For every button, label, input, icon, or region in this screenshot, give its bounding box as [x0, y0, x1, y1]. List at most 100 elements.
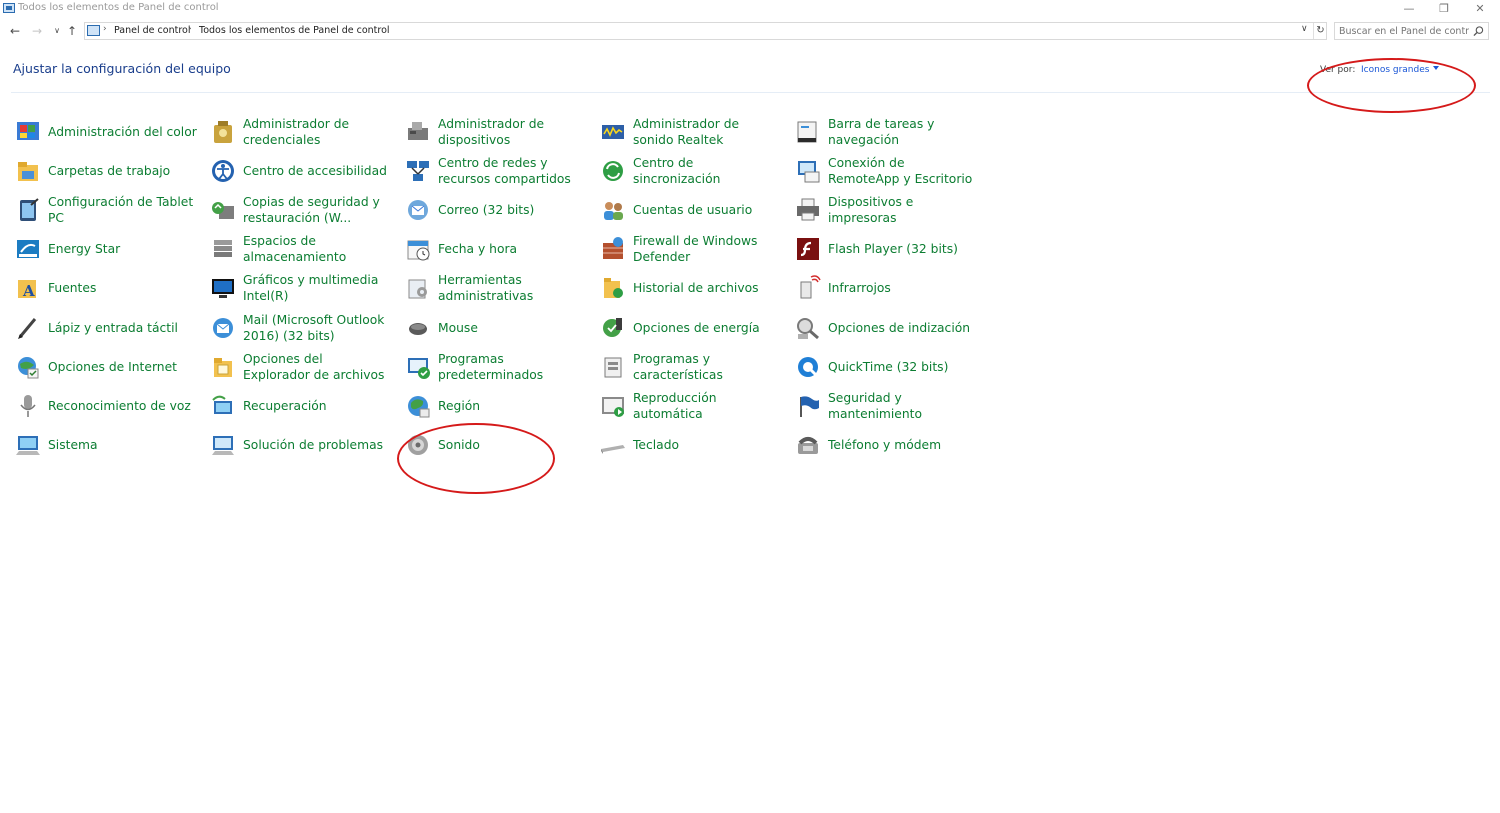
- view-by-dropdown[interactable]: Iconos grandes: [1361, 65, 1439, 75]
- cp-item-troubleshooting[interactable]: Solución de problemas: [207, 426, 397, 464]
- cp-item-programs-features[interactable]: Programas y características: [597, 348, 787, 386]
- search-box[interactable]: [1334, 22, 1489, 40]
- cp-item-mail[interactable]: Mail (Microsoft Outlook 2016) (32 bits): [207, 309, 397, 347]
- cp-item-file-history[interactable]: Historial de archivos: [597, 269, 787, 307]
- cp-item-label[interactable]: Teléfono y módem: [828, 426, 978, 464]
- cp-item-label[interactable]: Opciones de Internet: [48, 348, 198, 386]
- cp-item-label[interactable]: Conexión de RemoteApp y Escritorio: [828, 152, 978, 190]
- search-input[interactable]: [1339, 24, 1469, 38]
- cp-item-mouse[interactable]: Mouse: [402, 309, 592, 347]
- cp-item-label[interactable]: Administrador de sonido Realtek: [633, 113, 783, 151]
- cp-item-network-center[interactable]: Centro de redes y recursos compartidos: [402, 152, 592, 190]
- cp-item-label[interactable]: Sonido: [438, 426, 588, 464]
- cp-item-quicktime[interactable]: QuickTime (32 bits): [792, 348, 982, 386]
- cp-item-label[interactable]: Gráficos y multimedia Intel(R): [243, 269, 393, 307]
- cp-item-label[interactable]: Lápiz y entrada táctil: [48, 309, 198, 347]
- cp-item-label[interactable]: Solución de problemas: [243, 426, 393, 464]
- cp-item-label[interactable]: QuickTime (32 bits): [828, 348, 978, 386]
- cp-item-phone-modem[interactable]: Teléfono y módem: [792, 426, 982, 464]
- cp-item-label[interactable]: Historial de archivos: [633, 269, 783, 307]
- cp-item-energy-star[interactable]: Energy Star: [12, 230, 202, 268]
- cp-item-label[interactable]: Dispositivos e impresoras: [828, 191, 978, 229]
- breadcrumb-all-items[interactable]: Todos los elementos de Panel de control: [199, 25, 390, 36]
- cp-item-label[interactable]: Centro de sincronización: [633, 152, 783, 190]
- cp-item-sync-center[interactable]: Centro de sincronización: [597, 152, 787, 190]
- cp-item-label[interactable]: Infrarrojos: [828, 269, 978, 307]
- cp-item-work-folders[interactable]: Carpetas de trabajo: [12, 152, 202, 190]
- cp-item-label[interactable]: Administración del color: [48, 113, 198, 151]
- cp-item-device-manager[interactable]: Administrador de dispositivos: [402, 113, 592, 151]
- cp-item-keyboard[interactable]: Teclado: [597, 426, 787, 464]
- cp-item-label[interactable]: Recuperación: [243, 387, 393, 425]
- cp-item-label[interactable]: Mouse: [438, 309, 588, 347]
- cp-item-label[interactable]: Herramientas administrativas: [438, 269, 588, 307]
- cp-item-credential-manager[interactable]: Administrador de credenciales: [207, 113, 397, 151]
- cp-item-label[interactable]: Reproducción automática: [633, 387, 783, 425]
- cp-item-label[interactable]: Teclado: [633, 426, 783, 464]
- cp-item-autoplay[interactable]: Reproducción automática: [597, 387, 787, 425]
- cp-item-label[interactable]: Seguridad y mantenimiento: [828, 387, 978, 425]
- cp-item-color-management[interactable]: Administración del color: [12, 113, 202, 151]
- cp-item-label[interactable]: Administrador de dispositivos: [438, 113, 588, 151]
- cp-item-accessibility[interactable]: Centro de accesibilidad: [207, 152, 397, 190]
- restore-button[interactable]: ❐: [1427, 0, 1461, 18]
- cp-item-taskbar[interactable]: Barra de tareas y navegación: [792, 113, 982, 151]
- cp-item-label[interactable]: Flash Player (32 bits): [828, 230, 978, 268]
- cp-item-label[interactable]: Opciones de energía: [633, 309, 783, 347]
- breadcrumb-panel-de-control[interactable]: Panel de control: [114, 25, 190, 36]
- cp-item-label[interactable]: Correo (32 bits): [438, 191, 588, 229]
- cp-item-internet-options[interactable]: Opciones de Internet: [12, 348, 202, 386]
- cp-item-label[interactable]: Carpetas de trabajo: [48, 152, 198, 190]
- cp-item-label[interactable]: Opciones del Explorador de archivos: [243, 348, 393, 386]
- address-box[interactable]: › Panel de control › Todos los elementos…: [84, 22, 1327, 40]
- cp-item-label[interactable]: Firewall de Windows Defender: [633, 230, 783, 268]
- minimize-button[interactable]: —: [1392, 0, 1426, 18]
- cp-item-label[interactable]: Opciones de indización: [828, 309, 978, 347]
- cp-item-label[interactable]: Reconocimiento de voz: [48, 387, 198, 425]
- close-button[interactable]: ✕: [1463, 0, 1497, 18]
- cp-item-label[interactable]: Región: [438, 387, 588, 425]
- cp-item-pen-touch[interactable]: Lápiz y entrada táctil: [12, 309, 202, 347]
- cp-item-folder-options[interactable]: Opciones del Explorador de archivos: [207, 348, 397, 386]
- cp-item-microphone[interactable]: Reconocimiento de voz: [12, 387, 202, 425]
- cp-item-backup-restore[interactable]: Copias de seguridad y restauración (W...: [207, 191, 397, 229]
- cp-item-remoteapp[interactable]: Conexión de RemoteApp y Escritorio: [792, 152, 982, 190]
- cp-item-realtek-audio[interactable]: Administrador de sonido Realtek: [597, 113, 787, 151]
- cp-item-label[interactable]: Cuentas de usuario: [633, 191, 783, 229]
- up-button[interactable]: ↑: [63, 22, 81, 40]
- cp-item-label[interactable]: Barra de tareas y navegación: [828, 113, 978, 151]
- cp-item-fonts[interactable]: A Fuentes: [12, 269, 202, 307]
- cp-item-power-options[interactable]: Opciones de energía: [597, 309, 787, 347]
- chevron-down-icon[interactable]: ∨: [1301, 24, 1308, 34]
- forward-button[interactable]: →: [28, 22, 46, 40]
- cp-item-label[interactable]: Fecha y hora: [438, 230, 588, 268]
- cp-item-security-maintenance[interactable]: Seguridad y mantenimiento: [792, 387, 982, 425]
- cp-item-printer[interactable]: Dispositivos e impresoras: [792, 191, 982, 229]
- cp-item-sound[interactable]: Sonido: [402, 426, 592, 464]
- cp-item-flash-player[interactable]: Flash Player (32 bits): [792, 230, 982, 268]
- cp-item-label[interactable]: Administrador de credenciales: [243, 113, 393, 151]
- cp-item-storage-spaces[interactable]: Espacios de almacenamiento: [207, 230, 397, 268]
- cp-item-label[interactable]: Mail (Microsoft Outlook 2016) (32 bits): [243, 309, 393, 347]
- search-icon[interactable]: [1473, 25, 1484, 37]
- cp-item-label[interactable]: Centro de redes y recursos compartidos: [438, 152, 588, 190]
- cp-item-label[interactable]: Energy Star: [48, 230, 198, 268]
- cp-item-recovery[interactable]: Recuperación: [207, 387, 397, 425]
- cp-item-label[interactable]: Programas predeterminados: [438, 348, 588, 386]
- cp-item-indexing[interactable]: Opciones de indización: [792, 309, 982, 347]
- cp-item-date-time[interactable]: Fecha y hora: [402, 230, 592, 268]
- cp-item-system[interactable]: Sistema: [12, 426, 202, 464]
- cp-item-intel-graphics[interactable]: Gráficos y multimedia Intel(R): [207, 269, 397, 307]
- cp-item-label[interactable]: Espacios de almacenamiento: [243, 230, 393, 268]
- cp-item-label[interactable]: Centro de accesibilidad: [243, 152, 393, 190]
- cp-item-label[interactable]: Programas y características: [633, 348, 783, 386]
- refresh-icon[interactable]: ↻: [1313, 23, 1327, 39]
- cp-item-firewall[interactable]: Firewall de Windows Defender: [597, 230, 787, 268]
- cp-item-admin-tools[interactable]: Herramientas administrativas: [402, 269, 592, 307]
- chevron-right-icon[interactable]: ›: [188, 24, 192, 34]
- cp-item-region[interactable]: Región: [402, 387, 592, 425]
- cp-item-user-accounts[interactable]: Cuentas de usuario: [597, 191, 787, 229]
- back-button[interactable]: ←: [6, 22, 24, 40]
- cp-item-default-programs[interactable]: Programas predeterminados: [402, 348, 592, 386]
- cp-item-tablet-pc[interactable]: Configuración de Tablet PC: [12, 191, 202, 229]
